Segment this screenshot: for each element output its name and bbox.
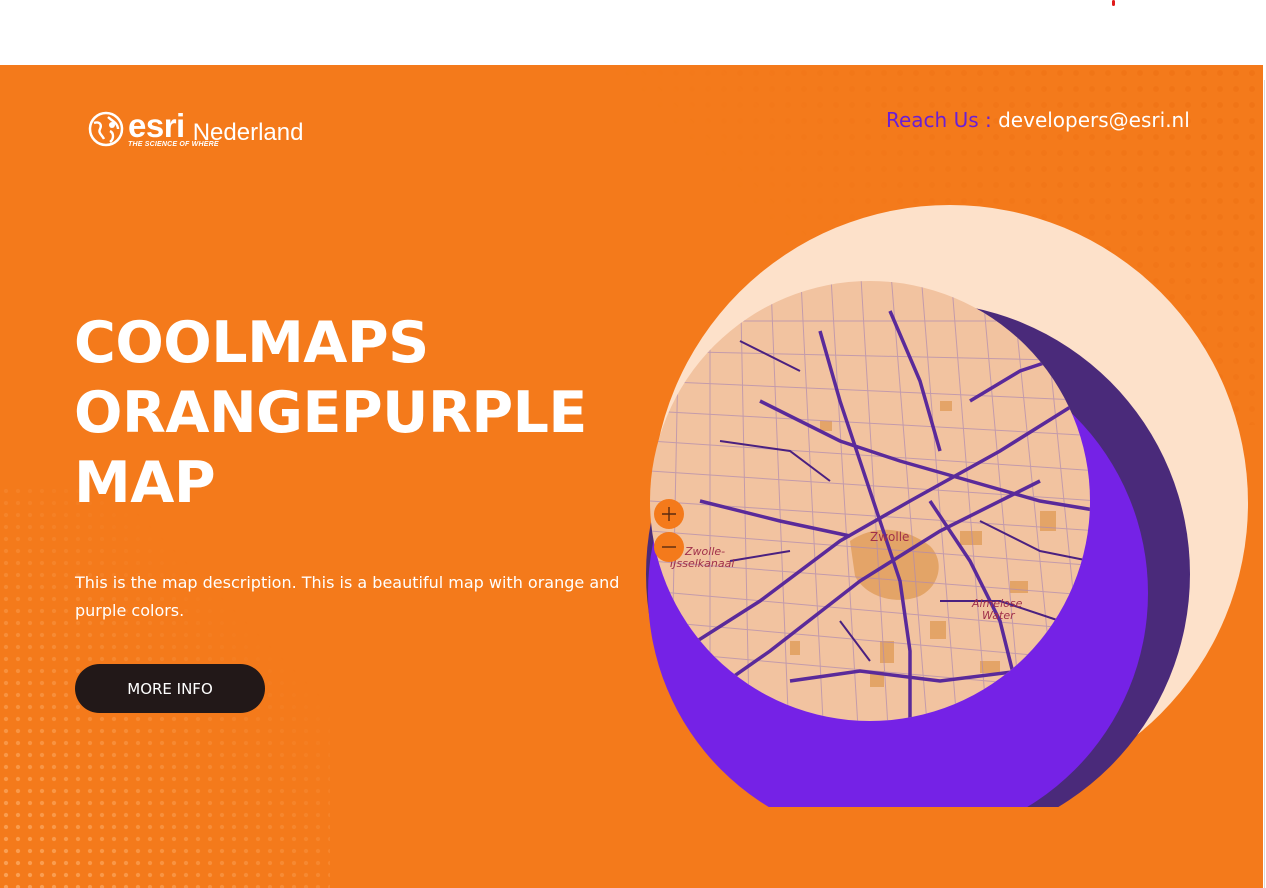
globe-icon — [88, 111, 124, 147]
more-info-button[interactable]: MORE INFO — [75, 664, 265, 713]
map-label-canal-2: IJsselkanaal — [670, 557, 734, 570]
map-label-zwolle: Zwolle — [870, 530, 909, 544]
hero-section: esri Nederland THE SCIENCE OF WHERE Reach… — [0, 65, 1263, 888]
zoom-out-button[interactable] — [654, 532, 684, 562]
top-bar — [0, 0, 1266, 65]
logo-wordmark: esri Nederland THE SCIENCE OF WHERE — [128, 107, 303, 148]
reach-us-label: Reach Us : — [886, 108, 992, 132]
map-view[interactable]: Zwolle Zwolle- IJsselkanaal Almelose Wat… — [640, 201, 1252, 807]
page-title: COOLMAPS ORANGEPURPLE MAP — [74, 308, 634, 518]
logo-brand: esri — [128, 107, 185, 144]
plus-icon — [662, 507, 676, 521]
reach-us: Reach Us : developers@esri.nl — [886, 108, 1190, 132]
esri-logo[interactable]: esri Nederland THE SCIENCE OF WHERE — [88, 107, 303, 148]
indicator-dot — [1112, 0, 1115, 6]
map-description: This is the map description. This is a b… — [75, 573, 620, 620]
logo-tagline: THE SCIENCE OF WHERE — [128, 141, 219, 148]
map-label-water-2: Water — [982, 609, 1016, 622]
title-line: MAP — [74, 450, 216, 516]
title-line: COOLMAPS — [74, 310, 429, 376]
contact-email-link[interactable]: developers@esri.nl — [998, 108, 1190, 132]
minus-icon — [662, 546, 676, 548]
title-line: ORANGEPURPLE — [74, 380, 587, 446]
zoom-in-button[interactable] — [654, 499, 684, 529]
